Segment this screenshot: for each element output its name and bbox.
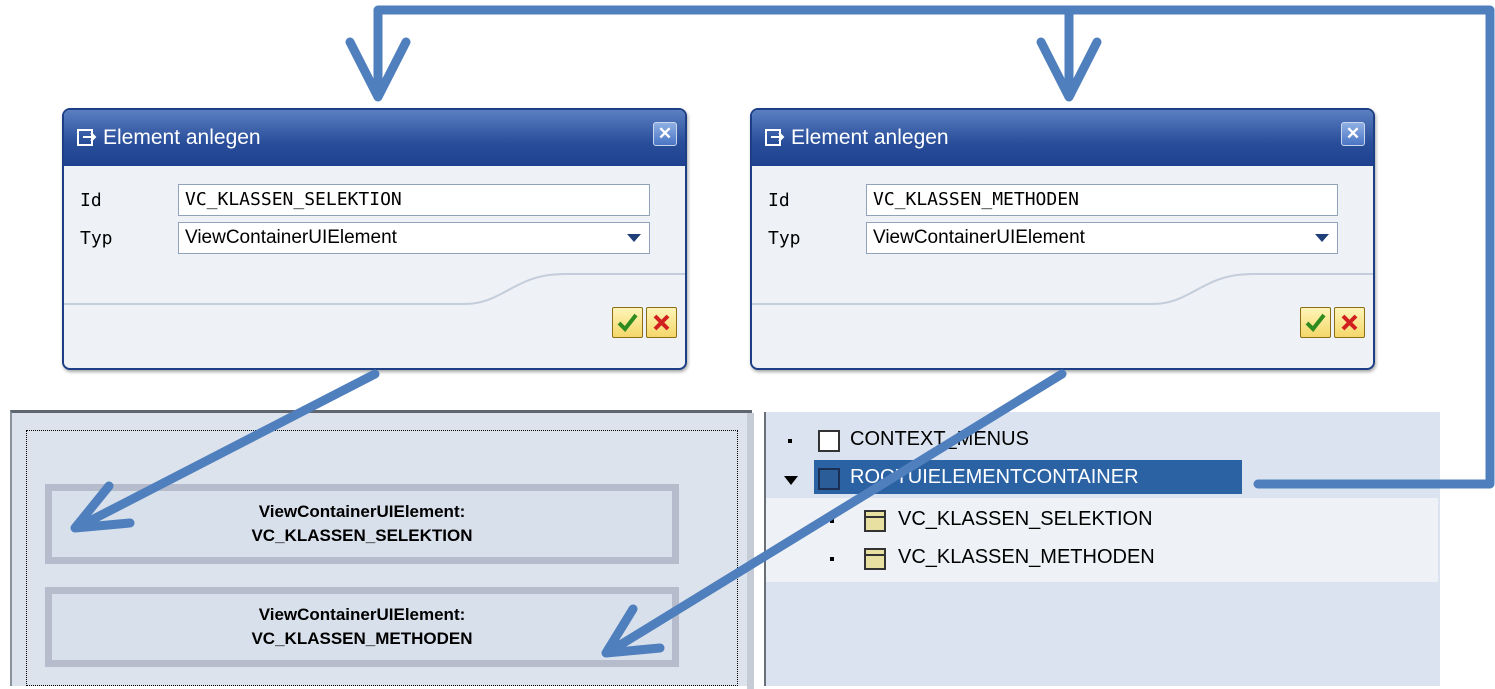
id-row: Id VC_KLASSEN_SELEKTION <box>80 184 650 216</box>
type-row: Typ ViewContainerUIElement <box>80 222 650 254</box>
leaf-bullet-icon <box>830 519 834 523</box>
id-label: Id <box>768 189 790 211</box>
create-element-icon <box>76 127 98 149</box>
dialog-title-bar[interactable]: Element anlegen ✕ <box>64 110 685 166</box>
type-select-value: ViewContainerUIElement <box>185 227 397 248</box>
dialog-title: Element anlegen <box>103 126 261 149</box>
dropdown-arrow-icon[interactable] <box>627 234 641 242</box>
cancel-button[interactable] <box>646 307 677 338</box>
footer-separator <box>752 273 1373 305</box>
tree-node-context-menus[interactable]: CONTEXT_MENUS <box>766 422 1438 460</box>
view-container-type: ViewContainerUIElement: <box>258 502 466 521</box>
checkmark-icon <box>617 313 638 333</box>
type-row: Typ ViewContainerUIElement <box>768 222 1338 254</box>
cancel-x-icon <box>653 314 670 331</box>
dropdown-arrow-icon[interactable] <box>1315 234 1329 242</box>
view-container-icon <box>864 510 886 532</box>
close-button[interactable]: ✕ <box>1341 122 1365 146</box>
view-container-id: VC_KLASSEN_SELEKTION <box>251 526 473 545</box>
footer-separator <box>64 273 685 305</box>
empty-box-icon <box>818 430 840 452</box>
type-label: Typ <box>80 227 113 249</box>
close-button[interactable]: ✕ <box>653 122 677 146</box>
view-container-type: ViewContainerUIElement: <box>258 605 466 624</box>
id-label: Id <box>80 189 102 211</box>
view-container-id: VC_KLASSEN_METHODEN <box>251 629 473 648</box>
view-container-icon <box>864 548 886 570</box>
arrowhead-dialog-1 <box>345 37 411 102</box>
cancel-x-icon <box>1341 314 1358 331</box>
root-container-frame[interactable]: ViewContainerUIElement: VC_KLASSEN_SELEK… <box>26 430 738 686</box>
checkmark-icon <box>1305 313 1326 333</box>
ok-button[interactable] <box>612 307 643 338</box>
dialog-body: Id VC_KLASSEN_SELEKTION Typ ViewContaine… <box>64 166 685 366</box>
id-input[interactable]: VC_KLASSEN_SELEKTION <box>178 184 650 216</box>
tree-node-label: ROOTUIELEMENTCONTAINER <box>850 466 1139 488</box>
create-element-icon <box>764 127 786 149</box>
tree-node-label: VC_KLASSEN_SELEKTION <box>898 508 1153 530</box>
create-element-dialog-2: Element anlegen ✕ Id VC_KLASSEN_METHODEN… <box>750 108 1375 370</box>
create-element-dialog-1: Element anlegen ✕ Id VC_KLASSEN_SELEKTIO… <box>62 108 687 370</box>
panel-splitter[interactable] <box>747 413 754 689</box>
view-container-selektion[interactable]: ViewContainerUIElement: VC_KLASSEN_SELEK… <box>45 484 679 564</box>
dialog-title: Element anlegen <box>791 126 949 149</box>
leaf-bullet-icon <box>788 439 792 443</box>
ui-element-tree: CONTEXT_MENUS ROOTUIELEMENTCONTAINER VC_… <box>764 412 1440 686</box>
tree-node-vc-klassen-methoden[interactable]: VC_KLASSEN_METHODEN <box>766 540 1438 578</box>
tree-node-label: VC_KLASSEN_METHODEN <box>898 546 1155 568</box>
view-container-methoden[interactable]: ViewContainerUIElement: VC_KLASSEN_METHO… <box>45 587 679 667</box>
dialog-body: Id VC_KLASSEN_METHODEN Typ ViewContainer… <box>752 166 1373 366</box>
dialog-title-bar[interactable]: Element anlegen ✕ <box>752 110 1373 166</box>
tree-node-vc-klassen-selektion[interactable]: VC_KLASSEN_SELEKTION <box>766 502 1438 540</box>
arrowhead-dialog-2 <box>1036 37 1102 102</box>
type-label: Typ <box>768 227 801 249</box>
layout-preview-panel: ViewContainerUIElement: VC_KLASSEN_SELEK… <box>10 410 754 689</box>
tree-node-rootuielementcontainer[interactable]: ROOTUIELEMENTCONTAINER <box>766 460 1438 500</box>
id-row: Id VC_KLASSEN_METHODEN <box>768 184 1338 216</box>
type-select[interactable]: ViewContainerUIElement <box>866 222 1338 254</box>
leaf-bullet-icon <box>830 557 834 561</box>
cancel-button[interactable] <box>1334 307 1365 338</box>
container-icon <box>818 468 840 490</box>
tree-node-label: CONTEXT_MENUS <box>850 428 1029 450</box>
id-input[interactable]: VC_KLASSEN_METHODEN <box>866 184 1338 216</box>
ok-button[interactable] <box>1300 307 1331 338</box>
type-select-value: ViewContainerUIElement <box>873 227 1085 248</box>
type-select[interactable]: ViewContainerUIElement <box>178 222 650 254</box>
expand-triangle-icon[interactable] <box>784 476 798 485</box>
